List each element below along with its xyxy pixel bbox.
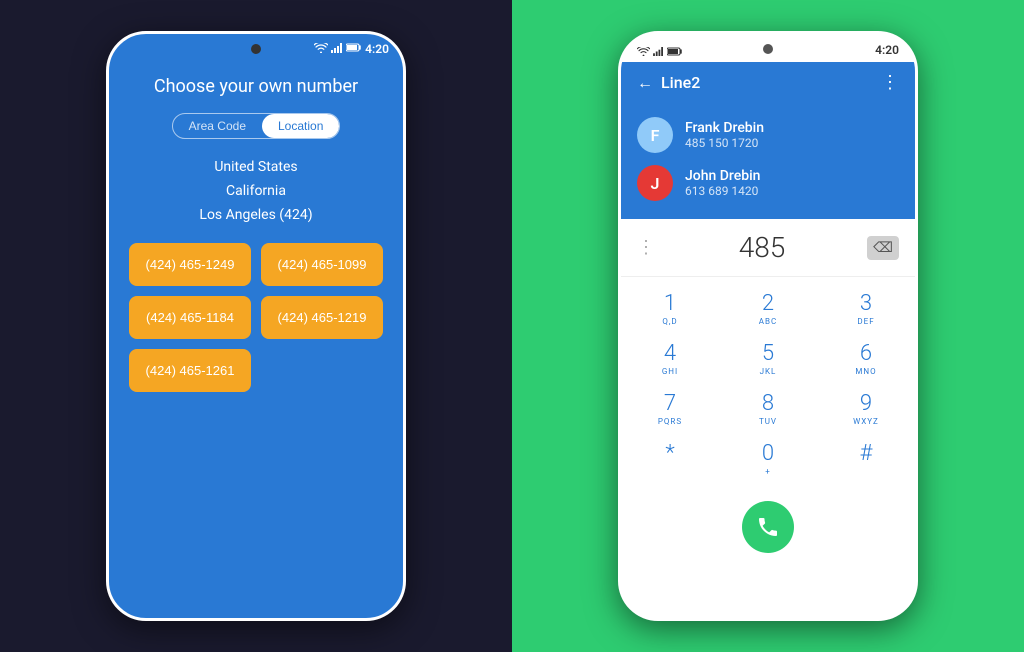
dial-key-7[interactable]: 7 PQRS xyxy=(621,385,719,435)
dial-digit-7: 7 xyxy=(664,393,676,415)
dial-letters-3: DEF xyxy=(857,317,874,327)
dial-key-4[interactable]: 4 GHI xyxy=(621,335,719,385)
toggle-location[interactable]: Location xyxy=(262,114,339,138)
contact-number-0: 485 150 1720 xyxy=(685,136,899,150)
dial-key-1[interactable]: 1 Q,D xyxy=(621,285,719,335)
wifi-icon xyxy=(314,43,328,56)
right-panel: 4:20 ← Line2 ⋮ F Frank Drebin 485 150 17… xyxy=(512,0,1024,652)
dial-digit-3: 3 xyxy=(860,293,872,315)
dial-key-3[interactable]: 3 DEF xyxy=(817,285,915,335)
dial-key-2[interactable]: 2 ABC xyxy=(719,285,817,335)
dial-letters-4: GHI xyxy=(662,367,678,377)
dial-key-*[interactable]: * xyxy=(621,435,719,485)
number-btn-4[interactable]: (424) 465-1261 xyxy=(129,349,251,392)
camera-notch-right xyxy=(763,44,773,54)
contact-name-0: Frank Drebin xyxy=(685,120,899,136)
contact-info-1: John Drebin 613 689 1420 xyxy=(685,168,899,198)
toggle-area-code[interactable]: Area Code xyxy=(173,114,262,138)
dial-digit-#: # xyxy=(860,443,873,465)
dialer-display: ⋮ 485 ⌫ xyxy=(621,219,915,277)
location-country: United States xyxy=(129,159,383,175)
dial-digit-4: 4 xyxy=(664,343,676,365)
signal-icon xyxy=(331,43,343,56)
dial-letters-6: MNO xyxy=(855,367,876,377)
dialer-delete-button[interactable]: ⌫ xyxy=(867,236,899,260)
dial-key-0[interactable]: 0+ xyxy=(719,435,817,485)
location-state: California xyxy=(129,183,383,199)
contact-info-0: Frank Drebin 485 150 1720 xyxy=(685,120,899,150)
contact-item-0[interactable]: F Frank Drebin 485 150 1720 xyxy=(637,111,899,159)
camera-notch-left xyxy=(251,44,261,54)
dialer-more-icon[interactable]: ⋮ xyxy=(637,237,657,258)
dial-digit-0: 0 xyxy=(762,443,774,465)
phone-right: 4:20 ← Line2 ⋮ F Frank Drebin 485 150 17… xyxy=(618,31,918,621)
dial-digit-6: 6 xyxy=(860,343,872,365)
phone-left: 4:20 Choose your own number Area Code Lo… xyxy=(106,31,406,621)
toggle-bar: Area Code Location xyxy=(172,113,341,139)
number-btn-0[interactable]: (424) 465-1249 xyxy=(129,243,251,286)
location-city: Los Angeles (424) xyxy=(129,207,383,223)
dial-digit-9: 9 xyxy=(860,393,872,415)
dial-key-5[interactable]: 5 JKL xyxy=(719,335,817,385)
number-btn-3[interactable]: (424) 465-1219 xyxy=(261,296,383,339)
dial-key-8[interactable]: 8 TUV xyxy=(719,385,817,435)
call-button-row xyxy=(621,493,915,569)
battery-icon xyxy=(346,43,362,55)
signal-icon-right xyxy=(653,41,664,60)
dialer-number: 485 xyxy=(657,231,867,264)
dial-digit-2: 2 xyxy=(762,293,774,315)
contact-name-1: John Drebin xyxy=(685,168,899,184)
battery-icon-right xyxy=(667,41,683,60)
status-time-left: 4:20 xyxy=(365,42,389,56)
status-icons-left: 4:20 xyxy=(314,42,389,56)
dial-letters-2: ABC xyxy=(759,317,777,327)
back-button[interactable]: ← xyxy=(637,73,653,93)
app-title: Line2 xyxy=(661,73,881,92)
dial-key-#[interactable]: # xyxy=(817,435,915,485)
contact-number-1: 613 689 1420 xyxy=(685,184,899,198)
contacts-section: F Frank Drebin 485 150 1720 J John Drebi… xyxy=(621,103,915,219)
choose-title: Choose your own number xyxy=(154,76,358,97)
dial-letters-9: WXYZ xyxy=(853,417,879,427)
dial-digit-*: * xyxy=(665,443,674,465)
more-button[interactable]: ⋮ xyxy=(881,72,899,93)
dial-letters-7: PQRS xyxy=(658,417,682,427)
dial-digit-8: 8 xyxy=(762,393,774,415)
status-time-right: 4:20 xyxy=(875,43,899,57)
dial-letters-1: Q,D xyxy=(662,317,677,327)
left-panel: 4:20 Choose your own number Area Code Lo… xyxy=(0,0,512,652)
dial-letters-8: TUV xyxy=(759,417,777,427)
contact-item-1[interactable]: J John Drebin 613 689 1420 xyxy=(637,159,899,207)
number-buttons-grid: (424) 465-1249 (424) 465-1099 (424) 465-… xyxy=(129,243,383,392)
app-header: ← Line2 ⋮ xyxy=(621,62,915,103)
number-btn-1[interactable]: (424) 465-1099 xyxy=(261,243,383,286)
dial-digit-5: 5 xyxy=(762,343,774,365)
dial-digit-1: 1 xyxy=(664,293,676,315)
dialer-section: ⋮ 485 ⌫ 1 Q,D 2 ABC 3 DEF 4 GHI 5 JKL 6 MNO 7 PQRS 8 TU… xyxy=(621,219,915,569)
number-btn-2[interactable]: (424) 465-1184 xyxy=(129,296,251,339)
contact-avatar-0: F xyxy=(637,117,673,153)
dial-key-9[interactable]: 9 WXYZ xyxy=(817,385,915,435)
status-icons-right xyxy=(637,41,683,60)
dial-letters-0: + xyxy=(765,467,771,477)
dial-letters-5: JKL xyxy=(760,367,777,377)
dialpad: 1 Q,D 2 ABC 3 DEF 4 GHI 5 JKL 6 MNO 7 PQRS 8 TUV 9 WXYZ * 0… xyxy=(621,277,915,493)
contact-avatar-1: J xyxy=(637,165,673,201)
wifi-icon-right xyxy=(637,41,650,60)
call-button[interactable] xyxy=(742,501,794,553)
dial-key-6[interactable]: 6 MNO xyxy=(817,335,915,385)
phone-left-content: Choose your own number Area Code Locatio… xyxy=(109,56,403,402)
